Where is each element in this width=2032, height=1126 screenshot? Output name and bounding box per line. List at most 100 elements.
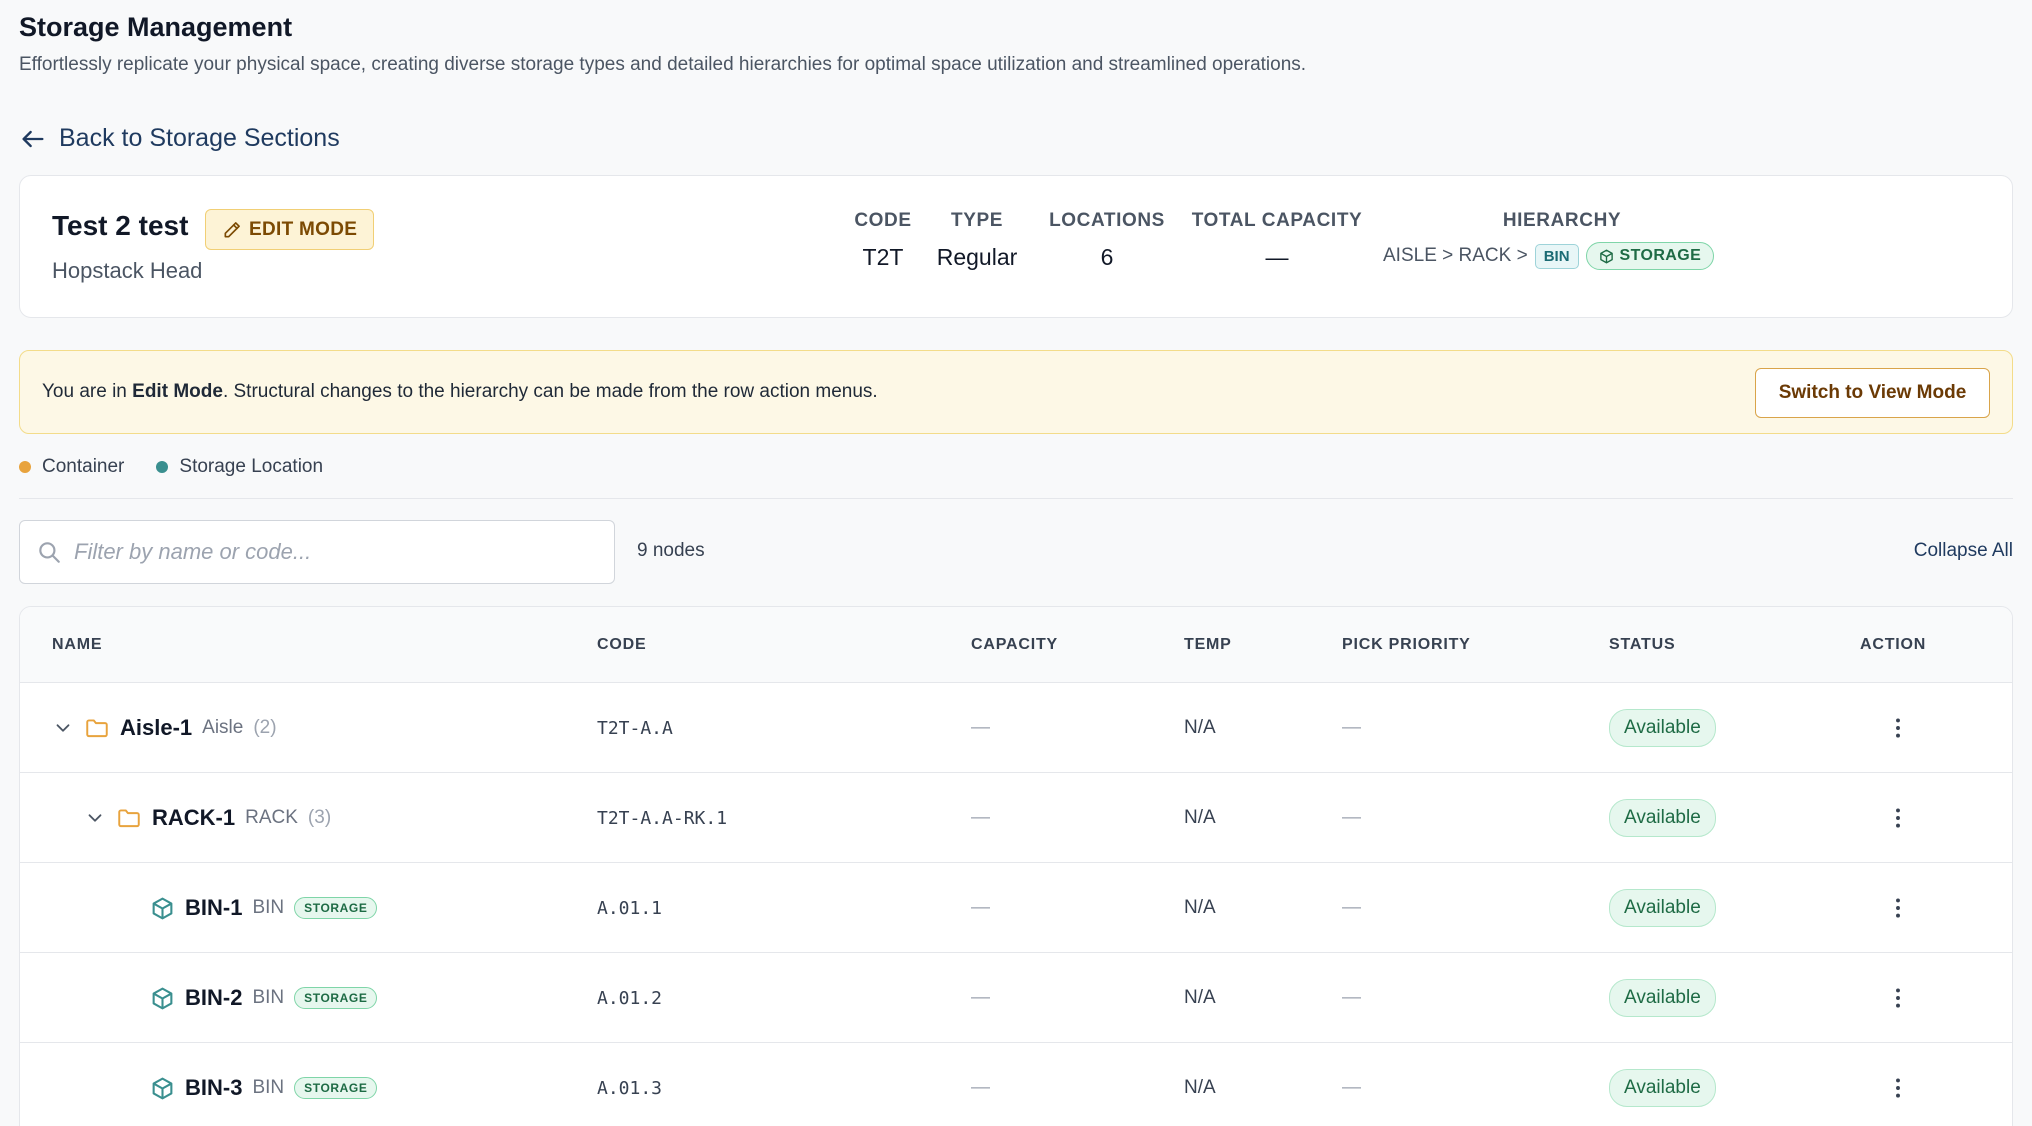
name-cell: RACK-1 RACK (3) xyxy=(84,773,331,863)
stat-code-label: CODE xyxy=(854,210,912,231)
hierarchy-levels: AISLE > RACK > xyxy=(1383,245,1528,266)
name-wrap: BIN-2 BIN STORAGE xyxy=(150,985,378,1011)
stat-code-value: T2T xyxy=(862,244,904,270)
search-box[interactable] xyxy=(19,520,615,584)
stat-type-label: TYPE xyxy=(950,210,1004,231)
code-cell: A.01.3 xyxy=(597,1077,663,1099)
cube-icon xyxy=(152,987,173,1009)
stat-total-capacity: TOTAL CAPACITY — xyxy=(1182,210,1372,271)
node-name: Aisle-1 xyxy=(120,715,193,740)
edit-mode-banner: You are in Edit Mode. Structural changes… xyxy=(19,350,2013,434)
page-subtitle: Effortlessly replicate your physical spa… xyxy=(19,54,1307,75)
status-cell: Available xyxy=(1609,1043,1716,1126)
status-cell: Available xyxy=(1609,863,1716,953)
name-cell: BIN-3 BIN STORAGE xyxy=(150,1043,378,1126)
stat-locations-value: 6 xyxy=(1100,244,1114,270)
section-info-card: Test 2 test EDIT MODE Hopstack Head CODE… xyxy=(19,175,2013,318)
chevron-down-icon[interactable] xyxy=(84,807,106,829)
status-cell: Available xyxy=(1609,773,1716,863)
kebab-menu-icon[interactable] xyxy=(1885,1075,1911,1101)
node-name: BIN-2 xyxy=(185,985,243,1010)
status-badge: Available xyxy=(1609,799,1716,837)
storage-tag: STORAGE xyxy=(294,987,378,1009)
temp-cell: N/A xyxy=(1184,717,1216,738)
legend: Container Storage Location xyxy=(19,456,323,478)
column-header-temp: TEMP xyxy=(1184,636,1232,653)
edit-mode-badge: EDIT MODE xyxy=(205,209,375,250)
column-header-name: NAME xyxy=(52,636,103,653)
folder-icon xyxy=(118,809,140,828)
folder-icon xyxy=(86,719,108,738)
action-cell xyxy=(1885,1043,1911,1126)
table-row[interactable]: BIN-1 BIN STORAGE A.01.1 — N/A — Availab… xyxy=(20,863,2012,953)
pick-priority-cell: — xyxy=(1342,987,1361,1008)
code-cell: A.01.2 xyxy=(597,987,663,1009)
collapse-all-button[interactable]: Collapse All xyxy=(1914,540,2013,562)
child-count: (2) xyxy=(253,717,277,738)
switch-to-view-mode-button[interactable]: Switch to View Mode xyxy=(1755,368,1990,418)
kebab-menu-icon[interactable] xyxy=(1885,985,1911,1011)
kebab-menu-icon[interactable] xyxy=(1885,805,1911,831)
column-header-status: STATUS xyxy=(1609,636,1676,653)
divider xyxy=(19,498,2013,499)
name-cell: BIN-2 BIN STORAGE xyxy=(150,953,378,1043)
temp-cell: N/A xyxy=(1184,897,1216,918)
node-name: RACK-1 xyxy=(152,805,236,830)
banner-suffix: . Structural changes to the hierarchy ca… xyxy=(222,381,878,402)
hierarchy-bin-tag: BIN xyxy=(1534,243,1579,269)
capacity-cell: — xyxy=(971,987,990,1008)
storage-location-dot-icon xyxy=(156,461,169,473)
code-cell: T2T-A.A-RK.1 xyxy=(597,807,728,829)
name-wrap: Aisle-1 Aisle (2) xyxy=(52,715,277,741)
kebab-menu-icon[interactable] xyxy=(1885,895,1911,921)
node-type: BIN xyxy=(252,897,285,918)
table-row[interactable]: RACK-1 RACK (3) T2T-A.A-RK.1 — N/A — Ava… xyxy=(20,773,2012,863)
column-header-code: CODE xyxy=(597,636,647,653)
hierarchy-storage-label: STORAGE xyxy=(1619,247,1702,264)
action-cell xyxy=(1885,953,1911,1043)
warehouse-name: Hopstack Head xyxy=(52,258,203,283)
column-header-pick-priority: PICK PRIORITY xyxy=(1342,636,1471,653)
cube-icon xyxy=(1599,249,1613,263)
column-header-action: ACTION xyxy=(1860,636,1927,653)
node-type: Aisle xyxy=(202,717,244,738)
node-type: RACK xyxy=(245,807,298,828)
status-badge: Available xyxy=(1609,709,1716,747)
capacity-cell: — xyxy=(971,807,990,828)
name-wrap: RACK-1 RACK (3) xyxy=(84,805,331,831)
action-cell xyxy=(1885,773,1911,863)
storage-tag: STORAGE xyxy=(294,897,378,919)
status-badge: Available xyxy=(1609,1069,1716,1107)
name-wrap: BIN-3 BIN STORAGE xyxy=(150,1075,378,1101)
page-title: Storage Management xyxy=(19,12,293,42)
cube-icon xyxy=(152,1077,173,1099)
temp-cell: N/A xyxy=(1184,987,1216,1008)
table-row[interactable]: BIN-3 BIN STORAGE A.01.3 — N/A — Availab… xyxy=(20,1043,2012,1126)
back-to-sections-link[interactable]: Back to Storage Sections xyxy=(19,124,340,153)
arrow-left-icon xyxy=(22,130,44,147)
legend-container: Container xyxy=(19,456,124,478)
legend-storage-location: Storage Location xyxy=(156,456,323,478)
section-name: Test 2 test xyxy=(52,210,189,241)
legend-container-label: Container xyxy=(42,456,125,477)
kebab-menu-icon[interactable] xyxy=(1885,715,1911,741)
table-row[interactable]: Aisle-1 Aisle (2) T2T-A.A — N/A — Availa… xyxy=(20,683,2012,773)
action-cell xyxy=(1885,863,1911,953)
pick-priority-cell: — xyxy=(1342,897,1361,918)
search-input[interactable] xyxy=(74,539,594,565)
stat-type-value: Regular xyxy=(936,244,1018,270)
status-badge: Available xyxy=(1609,979,1716,1017)
stat-type: TYPE Regular xyxy=(920,210,1034,271)
name-wrap: BIN-1 BIN STORAGE xyxy=(150,895,378,921)
stat-locations: LOCATIONS 6 xyxy=(1042,210,1172,271)
table-row[interactable]: BIN-2 BIN STORAGE A.01.2 — N/A — Availab… xyxy=(20,953,2012,1043)
capacity-cell: — xyxy=(971,1077,990,1098)
container-dot-icon xyxy=(19,461,31,473)
search-icon xyxy=(39,542,60,563)
pick-priority-cell: — xyxy=(1342,1077,1361,1098)
stat-code: CODE T2T xyxy=(844,210,922,271)
chevron-down-icon[interactable] xyxy=(52,717,74,739)
back-link-label: Back to Storage Sections xyxy=(59,124,340,152)
column-header-capacity: CAPACITY xyxy=(971,636,1058,653)
node-name: BIN-3 xyxy=(185,1075,243,1100)
